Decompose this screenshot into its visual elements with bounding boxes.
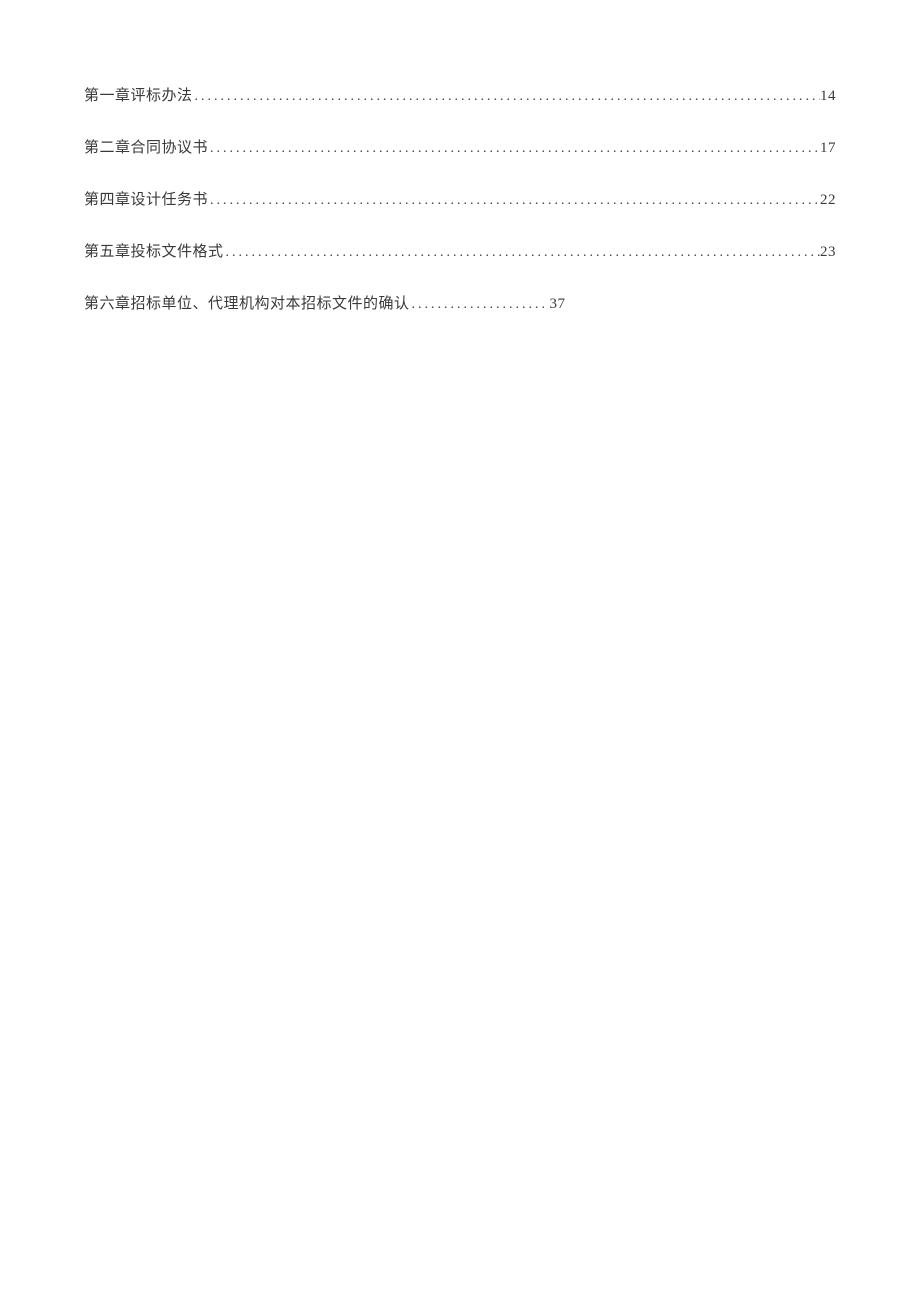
toc-title: 第五章投标文件格式 <box>84 242 224 263</box>
toc-entry: 第一章评标办法 ................................… <box>84 86 836 107</box>
toc-entry: 第二章合同协议书 ...............................… <box>84 138 836 159</box>
toc-page: 37 <box>550 294 566 315</box>
toc-title: 第一章评标办法 <box>84 86 193 107</box>
toc-entry: 第四章设计任务书 ...............................… <box>84 190 836 211</box>
toc-dots: ..................... <box>410 295 550 315</box>
toc-page: 17 <box>820 138 836 159</box>
toc-page: 23 <box>820 242 836 263</box>
toc-dots: ........................................… <box>208 139 820 159</box>
toc-dots: ........................................… <box>208 191 820 211</box>
table-of-contents: 第一章评标办法 ................................… <box>84 86 836 315</box>
toc-entry: 第六章招标单位、代理机构对本招标文件的确认 ..................… <box>84 294 836 315</box>
toc-title: 第四章设计任务书 <box>84 190 208 211</box>
toc-title: 第六章招标单位、代理机构对本招标文件的确认 <box>84 294 410 315</box>
toc-dots: ........................................… <box>193 87 820 107</box>
toc-dots: ........................................… <box>224 243 820 263</box>
toc-page: 22 <box>820 190 836 211</box>
toc-title: 第二章合同协议书 <box>84 138 208 159</box>
toc-page: 14 <box>820 86 836 107</box>
toc-entry: 第五章投标文件格式 ..............................… <box>84 242 836 263</box>
